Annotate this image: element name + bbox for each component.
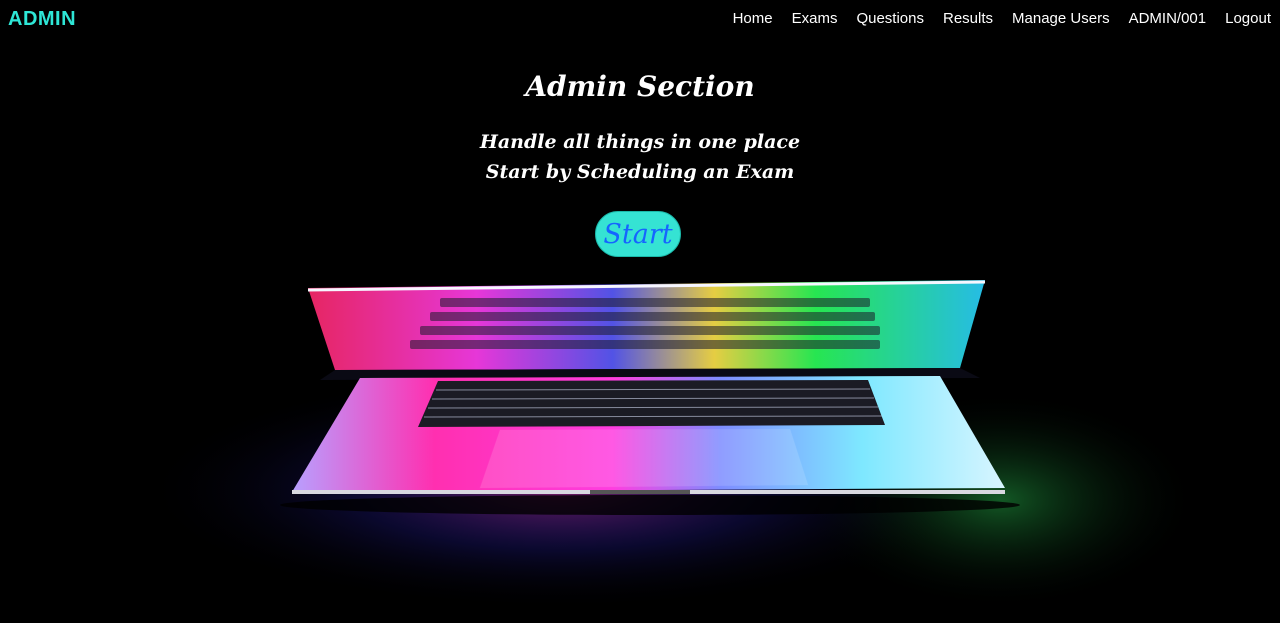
start-button[interactable]: Start (595, 211, 681, 257)
nav-link-manage-users[interactable]: Manage Users (1012, 10, 1110, 27)
navbar: ADMIN Home Exams Questions Results Manag… (0, 0, 1280, 40)
nav-links: Home Exams Questions Results Manage User… (733, 10, 1271, 27)
hero-subtitle-2: Start by Scheduling an Exam (485, 161, 795, 183)
nav-link-exams[interactable]: Exams (792, 10, 838, 27)
laptop-hero-image (140, 280, 1200, 610)
nav-link-home[interactable]: Home (733, 10, 773, 27)
hero-subtitle-1: Handle all things in one place (479, 131, 801, 153)
nav-link-results[interactable]: Results (943, 10, 993, 27)
page-title: Admin Section (525, 70, 755, 103)
nav-link-user-account[interactable]: ADMIN/001 (1129, 10, 1207, 27)
brand-logo[interactable]: ADMIN (8, 8, 76, 31)
nav-link-logout[interactable]: Logout (1225, 10, 1271, 27)
nav-link-questions[interactable]: Questions (856, 10, 924, 27)
